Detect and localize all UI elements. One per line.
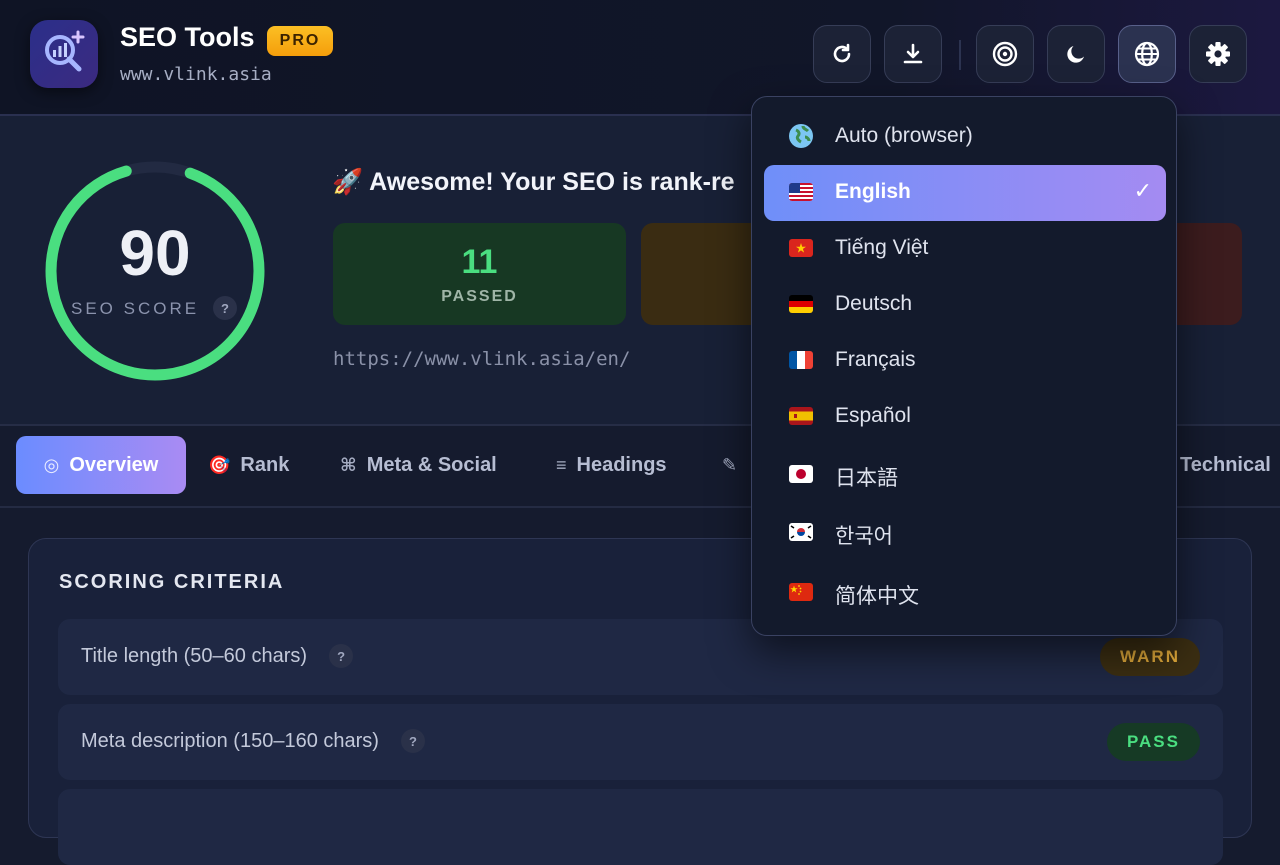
status-badge: WARN <box>1100 638 1200 676</box>
spain-flag-icon <box>789 407 813 425</box>
score-help-icon[interactable]: ? <box>213 296 237 320</box>
download-icon <box>903 43 923 64</box>
verdict-text: Awesome! Your SEO is rank-re <box>369 168 735 196</box>
language-label: Tiếng Việt <box>835 236 929 259</box>
seo-score-label: SEO SCORE <box>71 299 200 318</box>
language-label: 한국어 <box>835 525 893 548</box>
download-button[interactable] <box>884 25 942 83</box>
tab-label: Headings <box>576 453 667 476</box>
tab-headings[interactable]: ≡ Headings <box>556 436 667 494</box>
language-label: Deutsch <box>835 292 913 315</box>
language-option-german[interactable]: Deutsch <box>764 277 1166 333</box>
refresh-button[interactable] <box>813 25 871 83</box>
language-label: Auto (browser) <box>835 124 973 147</box>
tab-label: Overview <box>69 453 159 476</box>
card-title: SCORING CRITERIA <box>59 571 285 593</box>
site-domain: www.vlink.asia <box>120 64 272 85</box>
criteria-text: Title length (50–60 chars) <box>81 644 308 667</box>
language-label: 日本語 <box>835 467 898 490</box>
theme-toggle-button[interactable] <box>1047 25 1105 83</box>
target-button[interactable] <box>976 25 1034 83</box>
list-icon: ≡ <box>556 454 567 475</box>
help-icon[interactable]: ? <box>400 729 425 753</box>
criteria-row <box>58 789 1223 865</box>
passed-stat-card[interactable]: 11 PASSED <box>333 223 626 325</box>
language-option-spanish[interactable]: Español <box>764 389 1166 445</box>
vietnam-flag-icon <box>789 239 813 257</box>
criteria-row: Meta description (150–160 chars) ? PASS <box>58 704 1223 780</box>
korea-flag-icon <box>789 523 813 541</box>
header-divider <box>959 40 961 70</box>
china-flag-icon <box>789 583 813 601</box>
tab-technical[interactable]: Technical <box>1180 436 1271 494</box>
france-flag-icon <box>789 351 813 369</box>
language-option-auto[interactable]: Auto (browser) <box>764 109 1166 165</box>
criteria-text: Meta description (150–160 chars) <box>81 729 379 752</box>
language-option-english[interactable]: English ✓ <box>764 165 1166 221</box>
passed-count: 11 <box>461 242 498 281</box>
language-option-chinese[interactable]: 简体中文 <box>764 565 1166 621</box>
language-label: English <box>835 180 911 203</box>
language-option-korean[interactable]: 한국어 <box>764 505 1166 561</box>
analyzed-url: https://www.vlink.asia/en/ <box>333 348 631 370</box>
tab-label: Technical <box>1180 453 1271 476</box>
gear-icon <box>1206 42 1230 66</box>
japan-flag-icon <box>789 465 813 483</box>
moon-icon <box>1067 46 1084 63</box>
overview-icon: ◎ <box>43 454 60 475</box>
language-dropdown: Auto (browser) English ✓ Tiếng Việt Deut… <box>751 96 1177 636</box>
tab-overview[interactable]: ◎ Overview <box>16 436 186 494</box>
target-dart-icon: 🎯 <box>208 454 231 475</box>
seo-score-value: 90 <box>119 217 191 289</box>
app-logo <box>30 20 98 88</box>
tab-meta-social[interactable]: ⌘ Meta & Social <box>340 436 497 494</box>
target-icon <box>992 41 1018 67</box>
language-option-french[interactable]: Français <box>764 333 1166 389</box>
seo-logo-icon <box>45 30 85 72</box>
pro-badge: PRO <box>267 26 333 56</box>
check-icon: ✓ <box>1133 178 1152 203</box>
pencil-icon: ✎ <box>722 454 738 475</box>
language-option-japanese[interactable]: 日本語 <box>764 447 1166 503</box>
refresh-icon <box>833 43 851 63</box>
app-title: SEO Tools <box>120 22 255 52</box>
tab-rank[interactable]: 🎯 Rank <box>208 436 289 494</box>
rocket-icon: 🚀 <box>332 168 364 196</box>
help-icon[interactable]: ? <box>329 644 354 668</box>
language-option-vietnamese[interactable]: Tiếng Việt <box>764 221 1166 277</box>
language-label: Français <box>835 348 916 371</box>
status-badge: PASS <box>1106 723 1200 761</box>
command-icon: ⌘ <box>340 454 357 475</box>
seo-verdict: 🚀 Awesome! Your SEO is rank-re <box>332 168 735 197</box>
globe-icon <box>789 124 813 148</box>
globe-icon <box>1134 41 1160 67</box>
language-label: Español <box>835 404 911 427</box>
settings-button[interactable] <box>1189 25 1247 83</box>
us-flag-icon <box>789 183 813 201</box>
germany-flag-icon <box>789 295 813 313</box>
passed-label: PASSED <box>441 287 518 305</box>
tab-content[interactable]: ✎ <box>722 436 747 494</box>
tab-label: Rank <box>240 453 290 476</box>
tab-label: Meta & Social <box>366 453 497 476</box>
language-button[interactable] <box>1118 25 1176 83</box>
language-label: 简体中文 <box>835 585 919 608</box>
